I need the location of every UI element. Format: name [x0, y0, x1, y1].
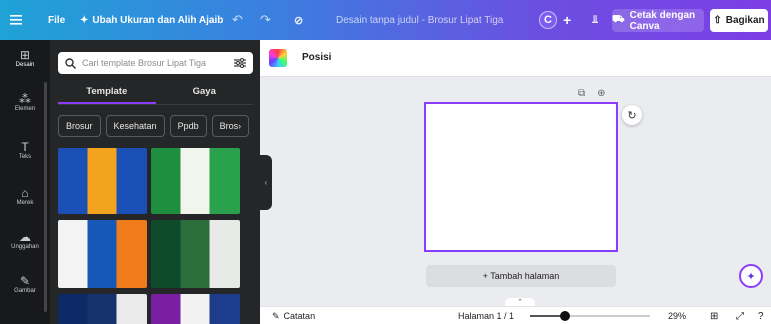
zoom-slider[interactable]: [530, 311, 650, 321]
rail-item-design[interactable]: ⊞ Desain: [0, 48, 50, 68]
undo-icon[interactable]: ↶: [232, 0, 243, 40]
fullscreen-icon[interactable]: ⤢: [736, 307, 744, 324]
chip-brosur[interactable]: Brosur: [58, 115, 101, 137]
grid-view-icon[interactable]: ⊞: [710, 307, 718, 324]
chip-ppdb[interactable]: Ppdb: [169, 115, 207, 137]
tab-divider: [58, 104, 253, 105]
insights-icon[interactable]: ⫫: [592, 0, 598, 40]
category-chips: Brosur Kesehatan Ppdb Bros ›: [58, 115, 250, 137]
context-toolbar: Posisi: [260, 40, 771, 77]
chevron-right-icon: ›: [238, 121, 242, 131]
upload-icon: ☁: [19, 230, 31, 244]
design-page[interactable]: [424, 102, 618, 252]
page-indicator[interactable]: Halaman 1 / 1: [458, 307, 514, 324]
rail-item-uploads[interactable]: ☁ Unggahan: [0, 230, 50, 250]
truck-icon: ⛟: [612, 14, 625, 25]
redo-icon[interactable]: ↷: [260, 0, 271, 40]
hamburger-icon[interactable]: [10, 0, 22, 40]
zoom-knob[interactable]: [560, 311, 570, 321]
template-thumbnail[interactable]: [58, 220, 147, 288]
refresh-icon[interactable]: ↻: [622, 105, 642, 125]
side-rail: ⊞ Desain ⁂ Elemen T Teks ⌂ Merek ☁ Ungga…: [0, 40, 50, 324]
tab-style[interactable]: Gaya: [156, 84, 254, 104]
help-icon[interactable]: ?: [758, 307, 764, 324]
notes-icon: ✎: [272, 310, 280, 321]
rail-label: Merek: [16, 200, 34, 206]
rail-item-elements[interactable]: ⁂ Elemen: [0, 92, 50, 112]
cloud-save-icon[interactable]: ⊘: [294, 0, 303, 40]
add-page-icon[interactable]: ⊕: [597, 88, 605, 99]
text-icon: T: [21, 140, 29, 154]
search-box[interactable]: Cari template Brosur Lipat Tiga: [58, 52, 253, 74]
search-input[interactable]: Cari template Brosur Lipat Tiga: [82, 58, 228, 68]
add-page-button[interactable]: + Tambah halaman: [426, 265, 616, 287]
rail-item-brand[interactable]: ⌂ Merek: [0, 186, 50, 206]
layout-icon: ⊞: [19, 48, 31, 62]
color-picker-icon[interactable]: [269, 49, 287, 67]
share-icon: ⇧: [713, 15, 722, 26]
template-panel: Cari template Brosur Lipat Tiga Template…: [50, 40, 260, 324]
brand-icon: ⌂: [21, 186, 29, 200]
chip-bros[interactable]: Bros ›: [211, 115, 250, 137]
print-label: Cetak dengan Canva: [629, 9, 696, 32]
rail-label: Desain: [15, 62, 35, 68]
tab-template[interactable]: Template: [58, 84, 156, 104]
file-menu[interactable]: File: [48, 0, 65, 40]
print-button[interactable]: ⛟ Cetak dengan Canva: [612, 9, 704, 32]
page-actions: ⧉ ⊕: [578, 88, 606, 99]
add-collaborator-icon[interactable]: +: [563, 0, 571, 40]
share-button[interactable]: ⇧ Bagikan: [710, 9, 768, 32]
shapes-icon: ⁂: [19, 92, 31, 106]
chip-label: Bros: [219, 121, 239, 131]
duplicate-page-icon[interactable]: ⧉: [578, 88, 585, 99]
avatar[interactable]: C: [539, 11, 557, 29]
notes-label: Catatan: [283, 311, 316, 321]
template-thumbnail[interactable]: [58, 148, 147, 214]
design-title[interactable]: Desain tanpa judul - Brosur Lipat Tiga: [336, 0, 503, 40]
panel-tabs: Template Gaya: [58, 84, 253, 104]
rail-item-draw[interactable]: ✎ Gambar: [0, 274, 50, 294]
chevron-left-icon: ‹: [264, 178, 268, 187]
collapse-panel-button[interactable]: ‹: [260, 155, 272, 210]
resize-button[interactable]: ✦ Ubah Ukuran dan Alih Ajaib: [80, 0, 223, 40]
rail-label: Gambar: [14, 288, 36, 294]
position-button[interactable]: Posisi: [302, 52, 331, 63]
top-bar: File ✦ Ubah Ukuran dan Alih Ajaib ↶ ↷ ⊘ …: [0, 0, 771, 40]
template-thumbnail[interactable]: [58, 294, 147, 324]
draw-icon: ✎: [19, 274, 31, 288]
chip-kesehatan[interactable]: Kesehatan: [105, 115, 165, 137]
magic-assistant-icon[interactable]: ✦: [739, 264, 763, 288]
rail-label: Unggahan: [11, 244, 39, 250]
notes-button[interactable]: ✎ Catatan: [272, 307, 315, 324]
resize-label: Ubah Ukuran dan Alih Ajaib: [92, 14, 224, 26]
search-icon: [65, 57, 76, 69]
rail-item-text[interactable]: T Teks: [0, 140, 50, 160]
rail-scrollbar[interactable]: [44, 82, 47, 312]
filter-icon[interactable]: [234, 58, 246, 68]
rail-label: Elemen: [14, 106, 36, 112]
template-thumbnail[interactable]: [151, 148, 240, 214]
bottom-bar: ✎ Catatan Halaman 1 / 1 29% ⊞ ⤢ ?: [260, 306, 771, 324]
rail-label: Teks: [18, 154, 32, 160]
template-thumbnail[interactable]: [151, 294, 240, 324]
template-thumbnail[interactable]: [151, 220, 240, 288]
zoom-percent[interactable]: 29%: [668, 307, 686, 324]
sparkle-icon: ✦: [80, 14, 89, 26]
share-label: Bagikan: [725, 15, 765, 26]
